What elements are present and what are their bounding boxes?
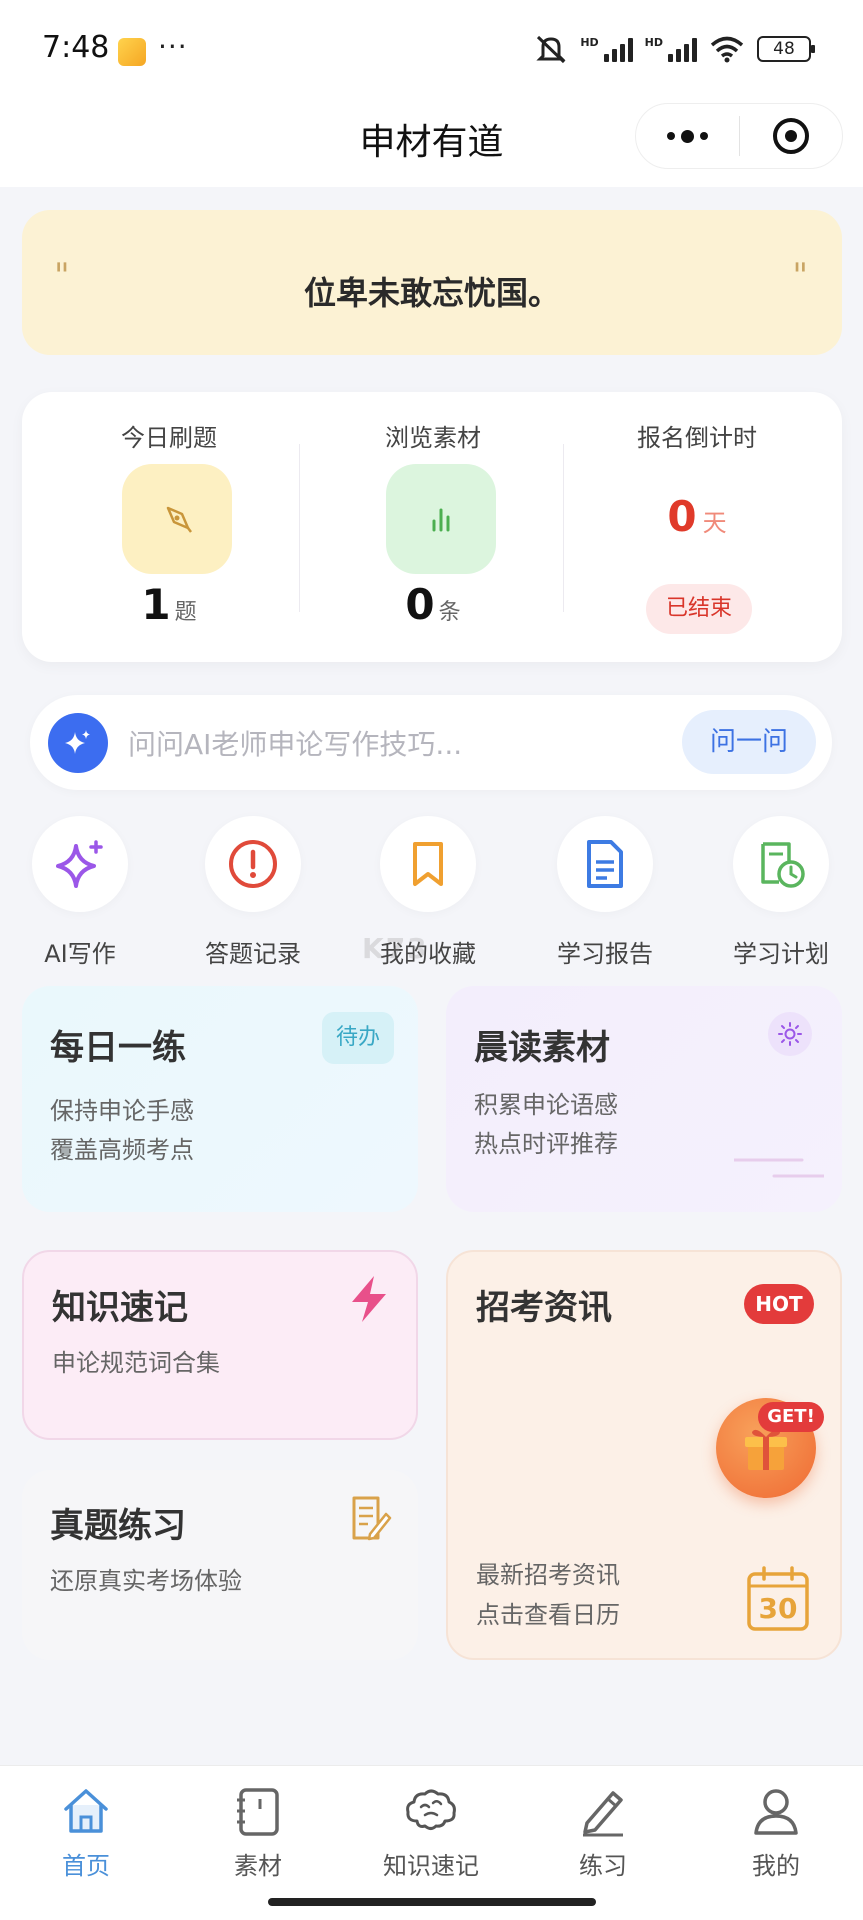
watermark: K73 xyxy=(362,932,429,965)
more-icon xyxy=(666,129,708,143)
stat-countdown-label: 报名倒计时 xyxy=(637,424,757,452)
calendar-icon: 30 xyxy=(746,1566,810,1632)
card-subtitle: 保持申论手感 xyxy=(50,1097,194,1125)
shortcut-label: AI写作 xyxy=(44,940,116,968)
more-button[interactable] xyxy=(636,104,739,168)
wifi-icon xyxy=(710,36,744,63)
get-badge: GET! xyxy=(758,1402,824,1432)
status-time: 7:48 xyxy=(42,30,110,65)
notebook-icon xyxy=(198,1780,318,1842)
stat-browse-label: 浏览素材 xyxy=(385,424,481,452)
home-icon xyxy=(26,1780,146,1842)
tab-label: 我的 xyxy=(752,1852,800,1880)
daily-practice-card[interactable]: 每日一练 待办 保持申论手感 覆盖高频考点 xyxy=(22,986,418,1212)
card-title: 知识速记 xyxy=(52,1288,188,1328)
card-title: 每日一练 xyxy=(50,1028,186,1068)
stat-browse[interactable]: 浏览素材 0条 xyxy=(300,392,566,662)
quote-close-mark: " xyxy=(792,256,808,296)
stat-today-value: 1 xyxy=(141,580,171,629)
signal-icon: HD xyxy=(580,36,633,62)
tab-label: 素材 xyxy=(234,1852,282,1880)
stats-card: 今日刷题 1题 浏览素材 0条 报名倒计时 0天 已结束 xyxy=(22,392,842,662)
shortcut-label: 学习计划 xyxy=(733,940,829,968)
ai-ask-bar: 问问AI老师申论写作技巧... 问一问 xyxy=(30,695,832,790)
tab-home[interactable]: 首页 xyxy=(26,1780,146,1881)
calendar-day: 30 xyxy=(758,1592,798,1625)
battery-icon: 48 xyxy=(757,36,815,62)
ai-sparkle-icon xyxy=(48,713,108,773)
bookmark-icon xyxy=(380,816,476,912)
card-subtitle: 点击查看日历 xyxy=(476,1601,620,1629)
document-icon xyxy=(557,816,653,912)
shortcut-ai-writing[interactable]: AI写作 xyxy=(10,816,150,969)
quote-text: 位卑未敢忘忧国。 xyxy=(303,274,560,312)
card-title: 晨读素材 xyxy=(474,1028,610,1068)
stat-today[interactable]: 今日刷题 1题 xyxy=(36,392,302,662)
target-icon xyxy=(772,118,809,154)
stat-browse-unit: 条 xyxy=(438,600,461,625)
sun-icon xyxy=(768,1012,812,1056)
tab-me[interactable]: 我的 xyxy=(716,1780,836,1881)
morning-reading-card[interactable]: 晨读素材 积累申论语感 热点时评推荐 xyxy=(446,986,842,1212)
brain-icon xyxy=(371,1780,491,1842)
shortcut-label: 学习报告 xyxy=(557,940,653,968)
card-subtitle: 申论规范词合集 xyxy=(52,1349,220,1377)
shortcut-study-plan[interactable]: 学习计划 xyxy=(711,816,851,969)
stat-countdown: 报名倒计时 0天 已结束 xyxy=(564,392,830,662)
schedule-icon xyxy=(733,816,829,912)
sparkle-icon xyxy=(32,816,128,912)
user-icon xyxy=(716,1780,836,1842)
ask-button[interactable]: 问一问 xyxy=(682,710,816,774)
card-subtitle: 最新招考资讯 xyxy=(476,1561,620,1589)
decorative-lines xyxy=(734,1158,824,1178)
close-button[interactable] xyxy=(740,104,843,168)
knowledge-memo-card[interactable]: 知识速记 申论规范词合集 xyxy=(22,1250,418,1440)
home-indicator xyxy=(268,1898,596,1906)
exam-paper-icon xyxy=(352,1496,392,1541)
tab-label: 首页 xyxy=(62,1852,110,1880)
tab-practice[interactable]: 练习 xyxy=(543,1780,663,1881)
shortcut-label: 答题记录 xyxy=(205,940,301,968)
quote-card: " 位卑未敢忘忧国。 " xyxy=(22,210,842,355)
countdown-value-row: 0天 xyxy=(564,492,830,541)
tab-materials[interactable]: 素材 xyxy=(198,1780,318,1881)
tab-label: 练习 xyxy=(579,1852,627,1880)
card-title: 招考资讯 xyxy=(476,1288,612,1328)
card-subtitle: 还原真实考场体验 xyxy=(50,1567,242,1595)
bar-chart-icon xyxy=(386,464,496,574)
mute-icon xyxy=(536,35,566,64)
stat-browse-value: 0 xyxy=(405,580,435,629)
bottom-tab-bar: 首页 素材 知识速记 练习 我的 xyxy=(0,1765,863,1920)
countdown-value: 0 xyxy=(667,492,697,541)
tab-label: 知识速记 xyxy=(383,1852,479,1880)
shortcut-study-report[interactable]: 学习报告 xyxy=(535,816,675,969)
card-subtitle: 热点时评推荐 xyxy=(474,1130,618,1158)
lightning-icon xyxy=(352,1276,386,1322)
signal-icon: HD xyxy=(645,36,697,62)
status-bar: 7:48 ··· HD HD 48 xyxy=(0,0,863,95)
tab-knowledge[interactable]: 知识速记 xyxy=(371,1780,491,1881)
hot-badge: HOT xyxy=(744,1284,814,1324)
stat-browse-value-row: 0条 xyxy=(300,580,566,629)
shortcut-answer-records[interactable]: 答题记录 xyxy=(183,816,323,969)
ai-search-input[interactable]: 问问AI老师申论写作技巧... xyxy=(128,723,462,763)
status-badge: 已结束 xyxy=(646,584,752,634)
stat-today-label: 今日刷题 xyxy=(121,424,217,452)
status-right-icons: HD HD 48 xyxy=(534,34,815,64)
stat-today-unit: 题 xyxy=(174,600,197,625)
card-title: 真题练习 xyxy=(50,1506,186,1546)
stat-today-value-row: 1题 xyxy=(36,580,302,629)
card-subtitle: 积累申论语感 xyxy=(474,1091,618,1119)
app-notification-icon xyxy=(118,38,146,66)
pen-nib-icon xyxy=(122,464,232,574)
nav-bar: 申材有道 xyxy=(0,95,863,187)
pencil-icon xyxy=(543,1780,663,1842)
todo-badge: 待办 xyxy=(322,1012,394,1064)
mini-program-capsule xyxy=(635,103,843,169)
status-more-indicator: ··· xyxy=(158,30,188,63)
alert-circle-icon xyxy=(205,816,301,912)
real-exam-card[interactable]: 真题练习 还原真实考场体验 xyxy=(22,1470,418,1660)
card-subtitle: 覆盖高频考点 xyxy=(50,1136,194,1164)
countdown-unit: 天 xyxy=(702,509,727,537)
